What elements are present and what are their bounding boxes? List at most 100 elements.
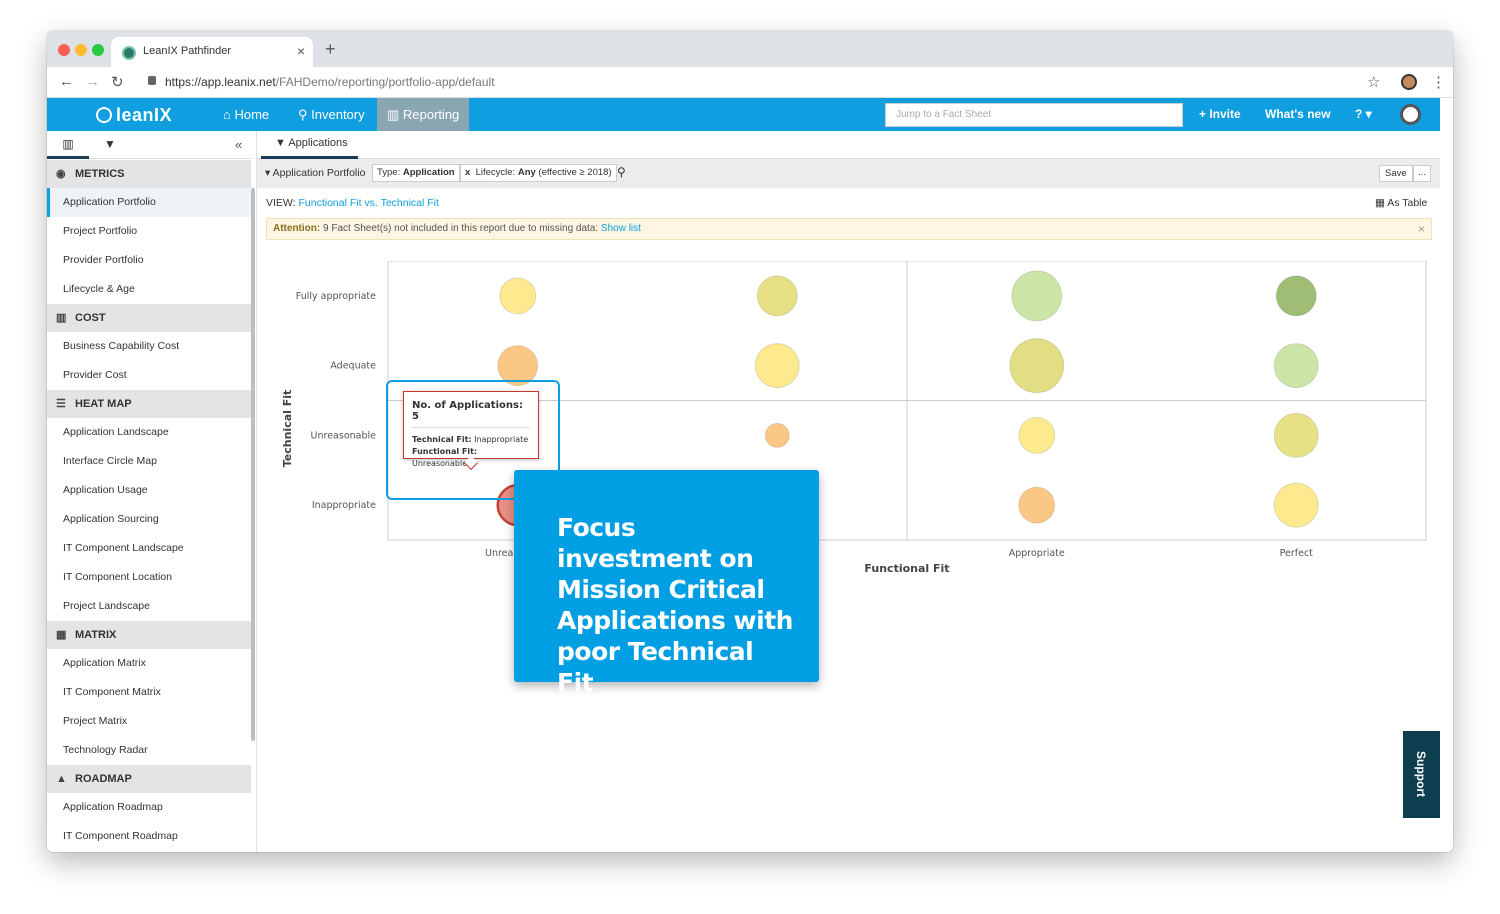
- back-arrow-icon[interactable]: ←: [59, 73, 74, 90]
- whats-new-link[interactable]: What's new: [1265, 98, 1331, 131]
- bubble-point: [754, 343, 800, 389]
- y-tick-label: Fully appropriate: [296, 291, 376, 302]
- leanix-favicon-icon: [122, 46, 136, 60]
- type-filter-chip[interactable]: Type: Application: [372, 164, 460, 182]
- sidebar-item-project-landscape[interactable]: Project Landscape: [47, 592, 251, 621]
- y-tick-label: Inappropriate: [312, 500, 376, 511]
- road-icon: ▲: [56, 773, 67, 785]
- view-selector[interactable]: VIEW: Functional Fit vs. Technical Fit: [266, 197, 439, 209]
- window-close-button[interactable]: [58, 44, 70, 56]
- table-grid-icon: ▦: [1375, 197, 1385, 209]
- tab-applications[interactable]: ▼ Applications: [261, 131, 358, 159]
- support-tab[interactable]: Support: [1403, 731, 1440, 818]
- sidebar-item-it-component-location[interactable]: IT Component Location: [47, 563, 251, 592]
- sidebar-item-project-matrix[interactable]: Project Matrix: [47, 707, 251, 736]
- sidebar-item-technology-radar[interactable]: Technology Radar: [47, 736, 251, 765]
- tab-title: LeanIX Pathfinder: [143, 45, 232, 57]
- report-list: ◉ METRICS Application Portfolio Project Por…: [47, 160, 251, 851]
- attention-banner: Attention: 9 Fact Sheet(s) not included …: [266, 218, 1432, 240]
- sidebar-section-label: METRICS: [75, 168, 125, 180]
- bubble-point: [1011, 270, 1063, 322]
- bar-chart-icon: ▥: [56, 312, 67, 324]
- sidebar-item-it-component-landscape[interactable]: IT Component Landscape: [47, 534, 251, 563]
- sidebar-item-lifecycle-age[interactable]: Lifecycle & Age: [47, 275, 251, 304]
- sidebar-item-application-portfolio[interactable]: Application Portfolio: [47, 188, 251, 217]
- sidebar-item-application-usage[interactable]: Application Usage: [47, 476, 251, 505]
- filter-bar: ▾ Application Portfolio Type: Applicatio…: [257, 159, 1440, 188]
- y-axis-label: Technical Fit: [281, 390, 294, 468]
- sidebar-scrollbar[interactable]: [251, 188, 255, 741]
- window-maximize-button[interactable]: [92, 44, 104, 56]
- sidebar-section-label: MATRIX: [75, 629, 117, 641]
- profile-avatar[interactable]: [1401, 74, 1417, 90]
- callout-text: Focus investment on Mission Critical App…: [557, 513, 793, 697]
- sidebar-item-it-component-roadmap[interactable]: IT Component Roadmap: [47, 822, 251, 851]
- search-icon[interactable]: ⚲: [617, 165, 626, 179]
- filter-report-label[interactable]: ▾ Application Portfolio: [265, 167, 365, 179]
- bubble-point: [1273, 482, 1319, 528]
- reload-icon[interactable]: ↻: [111, 73, 124, 91]
- forward-arrow-icon[interactable]: →: [85, 73, 100, 90]
- bubble-point: [1273, 343, 1319, 389]
- logo-globe-icon: [96, 107, 112, 123]
- tab-reports[interactable]: ▥: [47, 131, 89, 159]
- invite-button[interactable]: + Invite: [1199, 98, 1241, 131]
- leanix-logo[interactable]: leanIX: [96, 105, 172, 126]
- close-tab-icon[interactable]: ×: [297, 43, 305, 59]
- callout-box: Focus investment on Mission Critical App…: [514, 470, 819, 697]
- sidebar-item-interface-circle-map[interactable]: Interface Circle Map: [47, 447, 251, 476]
- bubble-point: [1273, 412, 1319, 458]
- collapse-sidebar-icon[interactable]: «: [235, 137, 242, 152]
- sidebar-section-roadmap[interactable]: ▲ ROADMAP: [47, 765, 251, 793]
- jump-to-fact-sheet-input[interactable]: Jump to a Fact Sheet: [885, 103, 1183, 127]
- new-tab-button[interactable]: +: [325, 39, 336, 60]
- address-bar: ← → ↻ https://app.leanix.net/FAHDemo/rep…: [47, 67, 1453, 98]
- sidebar-item-provider-cost[interactable]: Provider Cost: [47, 361, 251, 390]
- bubble-point: [1009, 338, 1065, 394]
- sidebar-section-heat-map[interactable]: ☰ HEAT MAP: [47, 390, 251, 418]
- sidebar-tabs: ▥ ▼ «: [47, 131, 251, 159]
- bar-chart-icon: ▥: [62, 137, 74, 151]
- sidebar-item-application-sourcing[interactable]: Application Sourcing: [47, 505, 251, 534]
- user-avatar[interactable]: [1400, 104, 1421, 125]
- show-list-link[interactable]: Show list: [601, 223, 641, 234]
- sidebar-item-application-matrix[interactable]: Application Matrix: [47, 649, 251, 678]
- nav-home[interactable]: ⌂ Home: [213, 98, 279, 131]
- lifecycle-filter-chip[interactable]: x Lifecycle: Any (effective ≥ 2018): [460, 164, 617, 182]
- nav-inventory[interactable]: ⚲ Inventory: [288, 98, 375, 131]
- sidebar-item-project-portfolio[interactable]: Project Portfolio: [47, 217, 251, 246]
- save-button[interactable]: Save: [1379, 165, 1413, 182]
- tab-filters[interactable]: ▼: [89, 131, 131, 159]
- more-options-button[interactable]: ...: [1413, 165, 1431, 182]
- sidebar-item-provider-portfolio[interactable]: Provider Portfolio: [47, 246, 251, 275]
- bookmark-star-icon[interactable]: ☆: [1367, 73, 1380, 91]
- window-minimize-button[interactable]: [75, 44, 87, 56]
- bubble-point: [1018, 486, 1056, 524]
- bubble-point: [499, 277, 537, 315]
- filter-icon: ▼: [275, 137, 286, 149]
- url-field[interactable]: https://app.leanix.net/FAHDemo/reporting…: [165, 75, 495, 89]
- browser-window: LeanIX Pathfinder × + ← → ↻ https://app.…: [47, 31, 1453, 852]
- sidebar-section-cost[interactable]: ▥ COST: [47, 304, 251, 332]
- x-tick-label: Appropriate: [1009, 548, 1065, 559]
- sidebar-section-label: HEAT MAP: [75, 398, 132, 410]
- help-menu[interactable]: ? ▾: [1355, 98, 1372, 131]
- sidebar-item-application-roadmap[interactable]: Application Roadmap: [47, 793, 251, 822]
- sidebar-item-business-capability-cost[interactable]: Business Capability Cost: [47, 332, 251, 361]
- x-tick-label: Perfect: [1280, 548, 1314, 559]
- nav-reporting[interactable]: ▥ Reporting: [377, 98, 470, 131]
- bubble-tooltip: No. of Applications: 5 Technical Fit: In…: [403, 391, 539, 471]
- tooltip-title: No. of Applications: 5: [412, 400, 530, 428]
- heatmap-icon: ☰: [56, 398, 66, 410]
- app-header: leanIX ⌂ Home ⚲ Inventory ▥ Reporting Ju…: [47, 98, 1440, 131]
- browser-menu-icon[interactable]: ⋮: [1431, 73, 1446, 91]
- sidebar-item-application-landscape[interactable]: Application Landscape: [47, 418, 251, 447]
- sidebar-section-matrix[interactable]: ▦ MATRIX: [47, 621, 251, 649]
- tooltip-technical-fit: Technical Fit: Inappropriate: [412, 435, 529, 444]
- close-banner-icon[interactable]: ×: [1418, 219, 1425, 239]
- browser-tab[interactable]: LeanIX Pathfinder ×: [111, 37, 313, 67]
- sidebar-item-it-component-matrix[interactable]: IT Component Matrix: [47, 678, 251, 707]
- as-table-toggle[interactable]: ▦ As Table: [1375, 197, 1427, 209]
- dashboard-icon: ◉: [56, 168, 66, 180]
- sidebar-section-metrics[interactable]: ◉ METRICS: [47, 160, 251, 188]
